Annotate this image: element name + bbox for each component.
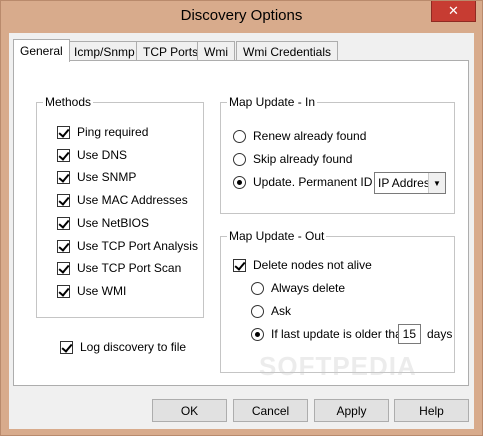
use-mac-checkbox[interactable] xyxy=(57,193,70,207)
dialog-client: General Icmp/Snmp TCP Ports Wmi Wmi Cred… xyxy=(9,33,474,429)
delete-not-alive-option[interactable]: Delete nodes not alive xyxy=(233,258,372,272)
use-dns-checkbox[interactable] xyxy=(57,148,70,162)
renew-already-found-label: Renew already found xyxy=(253,129,367,143)
use-dns-label: Use DNS xyxy=(77,148,128,162)
older-than-label: If last update is older than xyxy=(271,327,409,341)
methods-group-title: Methods xyxy=(43,95,94,109)
ok-button[interactable]: OK xyxy=(152,399,227,422)
close-icon: ✕ xyxy=(448,3,459,18)
permanent-id-value: IP Address xyxy=(378,176,430,190)
window-title: Discovery Options xyxy=(180,7,303,24)
skip-already-found-radio[interactable] xyxy=(233,152,246,166)
method-use-wmi[interactable]: Use WMI xyxy=(57,284,126,298)
always-delete-radio[interactable] xyxy=(251,281,264,295)
renew-already-found-option[interactable]: Renew already found xyxy=(233,129,366,143)
ping-required-label: Ping required xyxy=(77,125,149,139)
tcp-port-scan-checkbox[interactable] xyxy=(57,261,70,275)
ping-required-checkbox[interactable] xyxy=(57,125,70,139)
dialog-window: Discovery Options ✕ General Icmp/Snmp TC… xyxy=(0,0,483,436)
renew-already-found-radio[interactable] xyxy=(233,129,246,143)
use-snmp-label: Use SNMP xyxy=(77,170,137,184)
general-tab-panel: Methods Ping required Use DNS Use SNMP U… xyxy=(13,60,469,386)
method-tcp-port-analysis[interactable]: Use TCP Port Analysis xyxy=(57,239,198,253)
delete-not-alive-checkbox[interactable] xyxy=(233,258,246,272)
method-use-snmp[interactable]: Use SNMP xyxy=(57,170,136,184)
tcp-port-analysis-label: Use TCP Port Analysis xyxy=(77,239,198,253)
use-mac-label: Use MAC Addresses xyxy=(77,193,188,207)
method-use-netbios[interactable]: Use NetBIOS xyxy=(57,216,149,230)
log-discovery-label: Log discovery to file xyxy=(80,340,187,354)
permanent-id-select[interactable]: IP Address ▼ xyxy=(374,172,446,194)
update-permanent-id-label: Update. Permanent ID is xyxy=(253,175,385,189)
use-snmp-checkbox[interactable] xyxy=(57,170,70,184)
method-ping-required[interactable]: Ping required xyxy=(57,125,148,139)
tcp-port-scan-label: Use TCP Port Scan xyxy=(77,261,182,275)
use-netbios-label: Use NetBIOS xyxy=(77,216,150,230)
cancel-button[interactable]: Cancel xyxy=(233,399,308,422)
method-tcp-port-scan[interactable]: Use TCP Port Scan xyxy=(57,261,181,275)
skip-already-found-label: Skip already found xyxy=(253,152,353,166)
days-input[interactable]: 15 xyxy=(398,324,421,344)
ask-label: Ask xyxy=(271,304,292,318)
days-unit: days xyxy=(427,327,453,341)
map-update-out-group: Map Update - Out Delete nodes not alive … xyxy=(220,229,455,373)
use-netbios-checkbox[interactable] xyxy=(57,216,70,230)
map-update-out-title: Map Update - Out xyxy=(227,229,327,243)
tab-wmi-credentials[interactable]: Wmi Credentials xyxy=(236,41,339,61)
title-bar[interactable]: Discovery Options ✕ xyxy=(1,1,482,33)
ask-option[interactable]: Ask xyxy=(251,304,291,318)
log-discovery-checkbox[interactable] xyxy=(60,340,73,354)
update-permanent-id-radio[interactable] xyxy=(233,175,246,189)
chevron-down-icon[interactable]: ▼ xyxy=(428,173,445,193)
tab-wmi[interactable]: Wmi xyxy=(197,41,235,61)
use-wmi-checkbox[interactable] xyxy=(57,284,70,298)
method-use-mac[interactable]: Use MAC Addresses xyxy=(57,193,188,207)
help-button[interactable]: Help xyxy=(394,399,469,422)
tab-general[interactable]: General xyxy=(13,39,70,62)
update-permanent-id-option[interactable]: Update. Permanent ID is xyxy=(233,175,384,189)
map-update-in-group: Map Update - In Renew already found Skip… xyxy=(220,95,455,214)
log-discovery-option[interactable]: Log discovery to file xyxy=(60,340,186,354)
use-wmi-label: Use WMI xyxy=(77,284,127,298)
close-button[interactable]: ✕ xyxy=(431,1,476,22)
ask-radio[interactable] xyxy=(251,304,264,318)
always-delete-label: Always delete xyxy=(271,281,346,295)
tab-icmp-snmp[interactable]: Icmp/Snmp xyxy=(67,41,142,61)
older-than-option[interactable]: If last update is older than xyxy=(251,327,408,341)
skip-already-found-option[interactable]: Skip already found xyxy=(233,152,352,166)
apply-button[interactable]: Apply xyxy=(314,399,389,422)
tcp-port-analysis-checkbox[interactable] xyxy=(57,239,70,253)
older-than-radio[interactable] xyxy=(251,327,264,341)
tab-tcp-ports[interactable]: TCP Ports xyxy=(136,41,206,61)
always-delete-option[interactable]: Always delete xyxy=(251,281,345,295)
method-use-dns[interactable]: Use DNS xyxy=(57,148,127,162)
map-update-in-title: Map Update - In xyxy=(227,95,318,109)
methods-group: Methods Ping required Use DNS Use SNMP U… xyxy=(36,95,204,318)
delete-not-alive-label: Delete nodes not alive xyxy=(253,258,372,272)
